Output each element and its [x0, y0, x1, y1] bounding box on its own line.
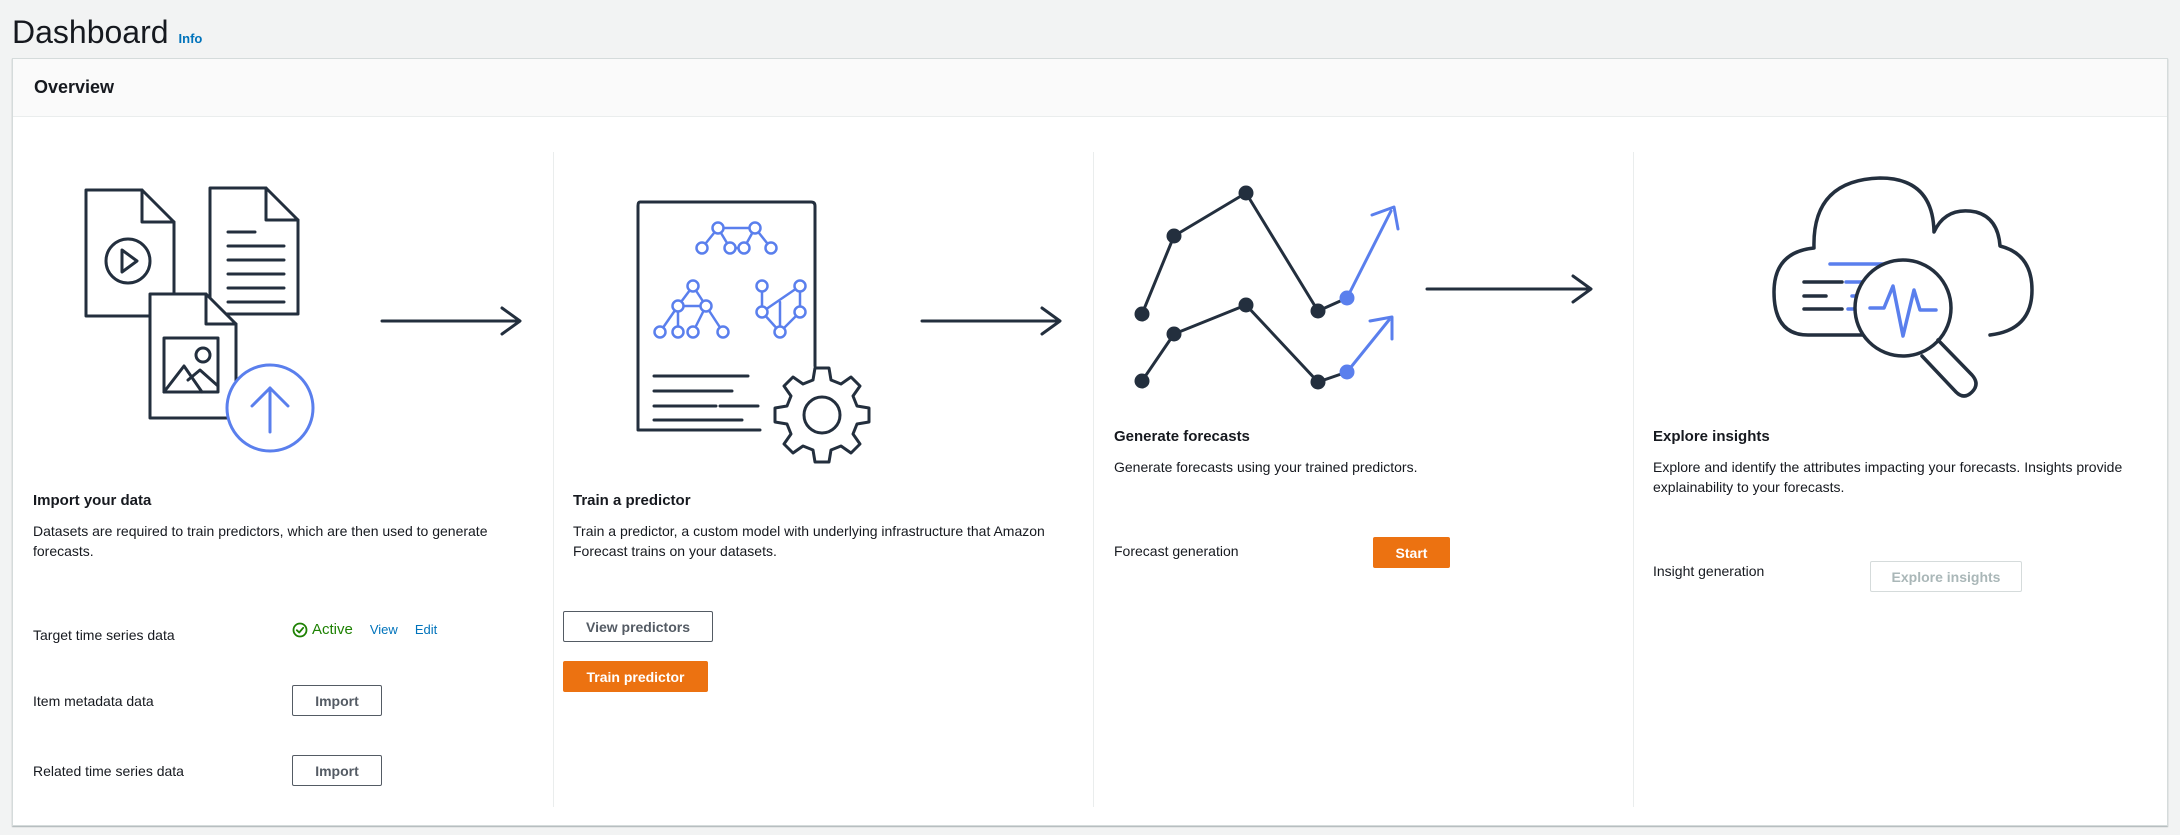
train-predictor-button[interactable]: Train predictor: [563, 661, 708, 692]
check-circle-icon: [292, 622, 308, 637]
arrow-right-icon: [920, 306, 1062, 336]
column-divider: [1633, 152, 1634, 807]
import-title: Import your data: [33, 492, 152, 509]
target-series-status: Active View Edit: [292, 621, 437, 638]
view-predictors-button[interactable]: View predictors: [563, 611, 713, 642]
import-related-series-button[interactable]: Import: [292, 755, 382, 786]
train-description: Train a predictor, a custom model with u…: [573, 523, 1045, 559]
overview-header: Overview: [13, 59, 2167, 117]
predictor-gear-illustration: [636, 200, 871, 464]
generate-title: Generate forecasts: [1114, 428, 1250, 445]
related-series-label: Related time series data: [33, 763, 184, 779]
page-header: Dashboard Info: [12, 14, 202, 51]
start-forecast-button[interactable]: Start: [1373, 537, 1450, 568]
forecast-chart-illustration: [1134, 185, 1400, 390]
files-upload-illustration: [84, 186, 315, 453]
page-title: Dashboard: [12, 14, 169, 50]
explore-description: Explore and identify the attributes impa…: [1653, 459, 2123, 495]
arrow-right-icon: [1425, 274, 1593, 304]
arrow-right-icon: [380, 306, 522, 336]
status-active-text: Active: [312, 621, 353, 638]
overview-title: Overview: [34, 77, 115, 97]
import-description: Datasets are required to train predictor…: [33, 523, 488, 559]
explore-insights-button[interactable]: Explore insights: [1870, 561, 2022, 592]
cloud-insights-illustration: [1772, 176, 2034, 398]
forecast-generation-label: Forecast generation: [1114, 543, 1239, 559]
column-divider: [553, 152, 554, 807]
edit-dataset-link[interactable]: Edit: [415, 622, 437, 637]
item-metadata-label: Item metadata data: [33, 693, 154, 709]
column-divider: [1093, 152, 1094, 807]
generate-description: Generate forecasts using your trained pr…: [1114, 459, 1418, 475]
explore-title: Explore insights: [1653, 428, 1770, 445]
insight-generation-label: Insight generation: [1653, 563, 1765, 579]
import-item-metadata-button[interactable]: Import: [292, 685, 382, 716]
target-series-label: Target time series data: [33, 627, 175, 643]
train-title: Train a predictor: [573, 492, 691, 509]
view-dataset-link[interactable]: View: [370, 622, 398, 637]
info-link[interactable]: Info: [179, 31, 203, 46]
